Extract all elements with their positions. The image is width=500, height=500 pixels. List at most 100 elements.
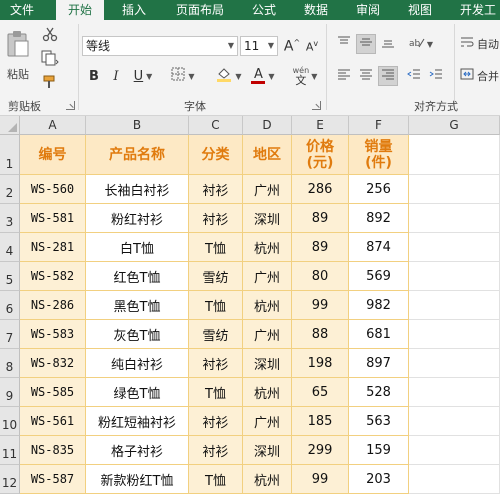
cell-e8[interactable]: 198: [292, 349, 349, 378]
cell-g4[interactable]: [409, 233, 500, 262]
cell-a12[interactable]: WS-587: [20, 465, 86, 494]
cell-f11[interactable]: 159: [349, 436, 409, 465]
cell-b11[interactable]: 格子衬衫: [86, 436, 189, 465]
cell-e5[interactable]: 80: [292, 262, 349, 291]
cell-c7[interactable]: 雪纺: [189, 320, 243, 349]
align-right-button[interactable]: [378, 66, 398, 86]
tab-formulas[interactable]: 公式: [244, 0, 284, 20]
tab-insert[interactable]: 插入: [112, 0, 156, 20]
column-header-a[interactable]: A: [20, 116, 86, 135]
format-painter-button[interactable]: [38, 74, 62, 94]
cell-c1[interactable]: 分类: [189, 135, 243, 175]
grow-font-button[interactable]: A^: [282, 36, 302, 56]
cell-f4[interactable]: 874: [349, 233, 409, 262]
cell-b5[interactable]: 红色T恤: [86, 262, 189, 291]
cell-d3[interactable]: 深圳: [243, 204, 292, 233]
cell-b6[interactable]: 黑色T恤: [86, 291, 189, 320]
cell-g5[interactable]: [409, 262, 500, 291]
cell-a10[interactable]: WS-561: [20, 407, 86, 436]
align-middle-button[interactable]: [356, 34, 376, 54]
tab-file[interactable]: 文件: [0, 0, 44, 20]
column-header-b[interactable]: B: [86, 116, 189, 135]
cell-b3[interactable]: 粉红衬衫: [86, 204, 189, 233]
cell-d5[interactable]: 广州: [243, 262, 292, 291]
cell-f8[interactable]: 897: [349, 349, 409, 378]
cell-a8[interactable]: WS-832: [20, 349, 86, 378]
row-header-8[interactable]: 8: [0, 349, 20, 378]
cell-f7[interactable]: 681: [349, 320, 409, 349]
cell-e10[interactable]: 185: [292, 407, 349, 436]
cell-f1[interactable]: 销量 (件): [349, 135, 409, 175]
shrink-font-button[interactable]: Av: [302, 36, 322, 56]
cell-g11[interactable]: [409, 436, 500, 465]
merge-center-button[interactable]: 合并: [460, 66, 500, 86]
cell-c11[interactable]: 衬衫: [189, 436, 243, 465]
cell-a11[interactable]: NS-835: [20, 436, 86, 465]
fill-color-button[interactable]: ▼: [214, 66, 244, 86]
row-header-5[interactable]: 5: [0, 262, 20, 291]
select-all-corner[interactable]: [0, 116, 20, 135]
cell-e3[interactable]: 89: [292, 204, 349, 233]
cell-e7[interactable]: 88: [292, 320, 349, 349]
cell-b1[interactable]: 产品名称: [86, 135, 189, 175]
row-header-10[interactable]: 10: [0, 407, 20, 436]
cell-f5[interactable]: 569: [349, 262, 409, 291]
cell-c5[interactable]: 雪纺: [189, 262, 243, 291]
column-header-e[interactable]: E: [292, 116, 349, 135]
cell-a4[interactable]: NS-281: [20, 233, 86, 262]
cell-a9[interactable]: WS-585: [20, 378, 86, 407]
row-header-7[interactable]: 7: [0, 320, 20, 349]
copy-button[interactable]: [38, 50, 62, 70]
row-header-6[interactable]: 6: [0, 291, 20, 320]
decrease-indent-button[interactable]: [404, 66, 424, 86]
tab-developer[interactable]: 开发工: [452, 0, 500, 20]
cell-g10[interactable]: [409, 407, 500, 436]
row-header-4[interactable]: 4: [0, 233, 20, 262]
cell-e6[interactable]: 99: [292, 291, 349, 320]
cell-a3[interactable]: WS-581: [20, 204, 86, 233]
cell-d12[interactable]: 杭州: [243, 465, 292, 494]
cell-c2[interactable]: 衬衫: [189, 175, 243, 204]
align-top-button[interactable]: [334, 34, 354, 54]
cell-f2[interactable]: 256: [349, 175, 409, 204]
cell-e2[interactable]: 286: [292, 175, 349, 204]
orientation-button[interactable]: ab ▼: [404, 34, 438, 54]
tab-review[interactable]: 审阅: [348, 0, 388, 20]
row-header-1[interactable]: 1: [0, 135, 20, 175]
cell-b8[interactable]: 纯白衬衫: [86, 349, 189, 378]
cell-c6[interactable]: T恤: [189, 291, 243, 320]
cell-c4[interactable]: T恤: [189, 233, 243, 262]
cell-b12[interactable]: 新款粉红T恤: [86, 465, 189, 494]
column-header-f[interactable]: F: [349, 116, 409, 135]
align-center-button[interactable]: [356, 66, 376, 86]
cell-d4[interactable]: 杭州: [243, 233, 292, 262]
font-launcher-icon[interactable]: [312, 101, 321, 110]
cell-d10[interactable]: 广州: [243, 407, 292, 436]
cell-a7[interactable]: WS-583: [20, 320, 86, 349]
cell-f10[interactable]: 563: [349, 407, 409, 436]
cell-f9[interactable]: 528: [349, 378, 409, 407]
cell-e4[interactable]: 89: [292, 233, 349, 262]
borders-button[interactable]: ▼: [168, 66, 198, 86]
cell-f6[interactable]: 982: [349, 291, 409, 320]
tab-page-layout[interactable]: 页面布局: [168, 0, 232, 20]
cell-c8[interactable]: 衬衫: [189, 349, 243, 378]
cell-d2[interactable]: 广州: [243, 175, 292, 204]
row-header-9[interactable]: 9: [0, 378, 20, 407]
cell-b9[interactable]: 绿色T恤: [86, 378, 189, 407]
cell-g7[interactable]: [409, 320, 500, 349]
cell-b2[interactable]: 长袖白衬衫: [86, 175, 189, 204]
column-header-g[interactable]: G: [409, 116, 500, 135]
cell-c3[interactable]: 衬衫: [189, 204, 243, 233]
cell-d1[interactable]: 地区: [243, 135, 292, 175]
cell-c10[interactable]: 衬衫: [189, 407, 243, 436]
cell-a2[interactable]: WS-560: [20, 175, 86, 204]
cell-a5[interactable]: WS-582: [20, 262, 86, 291]
tab-view[interactable]: 视图: [400, 0, 440, 20]
tab-home[interactable]: 开始: [56, 0, 104, 20]
font-color-button[interactable]: A ▼: [248, 66, 278, 86]
cell-a1[interactable]: 编号: [20, 135, 86, 175]
row-header-2[interactable]: 2: [0, 175, 20, 204]
increase-indent-button[interactable]: [426, 66, 446, 86]
cell-c12[interactable]: T恤: [189, 465, 243, 494]
